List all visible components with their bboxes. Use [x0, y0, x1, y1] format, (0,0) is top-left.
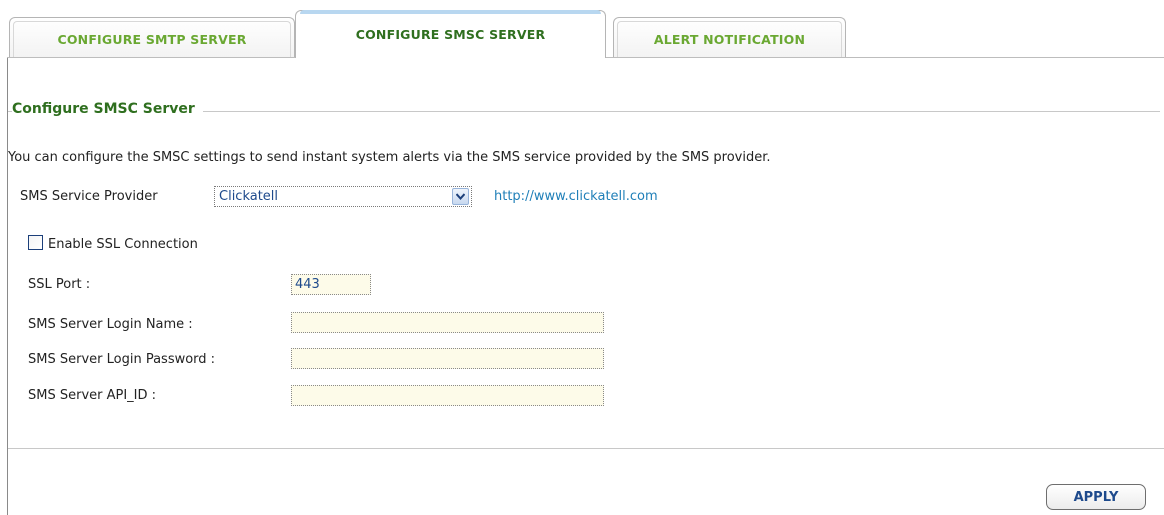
provider-selected-value: Clickatell [219, 189, 279, 204]
frame-border [7, 58, 8, 515]
tab-alert-notification[interactable]: ALERT NOTIFICATION [613, 17, 846, 57]
provider-website-link[interactable]: http://www.clickatell.com [494, 189, 658, 204]
ssl-port-input[interactable] [291, 274, 371, 295]
login-password-input[interactable] [291, 348, 604, 369]
smsc-settings-window: CONFIGURE SMTP SERVER ALERT NOTIFICATION… [0, 0, 1164, 515]
tab-configure-smtp-server[interactable]: CONFIGURE SMTP SERVER [9, 17, 295, 57]
provider-label: SMS Service Provider [20, 189, 158, 204]
tab-label: CONFIGURE SMTP SERVER [57, 32, 247, 47]
provider-select[interactable]: Clickatell [214, 186, 472, 207]
tab-label: CONFIGURE SMSC SERVER [355, 27, 546, 42]
apply-button[interactable]: APPLY [1046, 484, 1146, 510]
login-name-label: SMS Server Login Name : [28, 317, 193, 332]
tab-label: ALERT NOTIFICATION [653, 32, 806, 47]
section-title: Configure SMSC Server [12, 101, 203, 117]
ssl-port-label: SSL Port : [28, 277, 91, 292]
section-description: You can configure the SMSC settings to s… [8, 150, 771, 165]
footer-divider [8, 448, 1164, 449]
tab-configure-smsc-server[interactable]: CONFIGURE SMSC SERVER [295, 10, 606, 59]
login-password-label: SMS Server Login Password : [28, 352, 216, 367]
enable-ssl-checkbox[interactable] [28, 235, 43, 250]
api-id-input[interactable] [291, 385, 604, 406]
enable-ssl-label: Enable SSL Connection [48, 237, 198, 252]
chevron-down-icon[interactable] [452, 188, 469, 205]
login-name-input[interactable] [291, 312, 604, 333]
api-id-label: SMS Server API_ID : [28, 388, 157, 403]
tab-strip: CONFIGURE SMTP SERVER ALERT NOTIFICATION… [0, 0, 1164, 60]
